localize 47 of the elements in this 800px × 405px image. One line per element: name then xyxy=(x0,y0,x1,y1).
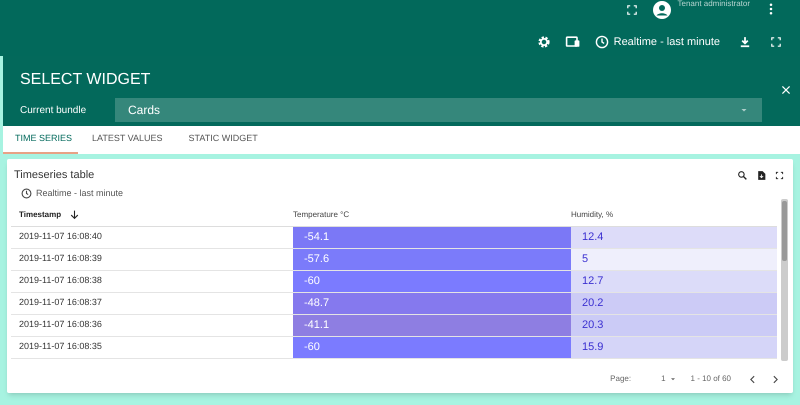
page-range: 1 - 10 of 60 xyxy=(690,373,731,385)
caret-icon xyxy=(668,375,677,383)
export-file-icon[interactable] xyxy=(756,170,767,181)
table-cell: 2019-11-07 16:08:40 xyxy=(11,226,293,248)
table-cell: 2019-11-07 16:08:35 xyxy=(11,336,293,358)
search-icon[interactable] xyxy=(737,170,748,181)
clock-icon xyxy=(594,35,609,50)
user-label: Tenant administrator xyxy=(678,0,750,10)
bundle-label: Current bundle xyxy=(20,104,88,118)
account-icon[interactable] xyxy=(652,0,672,20)
humidity-cell: 5 xyxy=(571,248,777,270)
humidity-cell: 20.3 xyxy=(571,314,777,336)
bundle-dropdown[interactable]: Cards xyxy=(115,98,762,122)
table-cell: 2019-11-07 16:08:39 xyxy=(11,248,293,270)
column-header: Humidity, % xyxy=(571,210,614,219)
table-cell: 2019-11-07 16:08:38 xyxy=(11,270,293,292)
table-cell: 2019-11-07 16:08:37 xyxy=(11,292,293,314)
settings-icon[interactable] xyxy=(536,35,551,50)
dialog-title: SELECT WIDGET xyxy=(20,70,150,90)
temperature-cell: -48.7 xyxy=(293,292,571,314)
column-header: Timestamp xyxy=(19,208,62,221)
table-cell: 2019-11-07 16:08:36 xyxy=(11,314,293,336)
bundle-value: Cards xyxy=(128,102,160,119)
sort-arrow-icon[interactable] xyxy=(69,209,80,220)
humidity-cell: 15.9 xyxy=(571,336,777,358)
column-header: Temperature °C xyxy=(293,210,350,219)
temperature-cell: -57.6 xyxy=(293,248,571,270)
tab[interactable]: TIME SERIES xyxy=(3,126,78,154)
tab[interactable]: STATIC WIDGET xyxy=(176,126,270,154)
download-icon[interactable] xyxy=(738,35,752,50)
temperature-cell: -41.1 xyxy=(293,314,571,336)
scrollbar-thumb[interactable] xyxy=(782,201,787,261)
timewindow-button[interactable]: Realtime - last minute xyxy=(594,34,720,50)
page-select[interactable]: 1 xyxy=(661,373,677,385)
humidity-cell: 12.4 xyxy=(571,226,777,248)
timewindow-label: Realtime - last minute xyxy=(36,186,124,200)
clock-icon xyxy=(21,188,32,199)
temperature-cell: -54.1 xyxy=(293,226,571,248)
temperature-cell: -60 xyxy=(293,270,571,292)
page-label: Page: xyxy=(610,373,632,385)
humidity-cell: 12.7 xyxy=(571,270,777,292)
humidity-cell: 20.2 xyxy=(571,292,777,314)
widget-title: Timeseries table xyxy=(14,168,96,183)
tab[interactable]: LATEST VALUES xyxy=(80,126,175,154)
close-icon[interactable] xyxy=(780,84,792,96)
fullscreen-icon[interactable] xyxy=(775,171,784,180)
temperature-cell: -60 xyxy=(293,336,571,358)
